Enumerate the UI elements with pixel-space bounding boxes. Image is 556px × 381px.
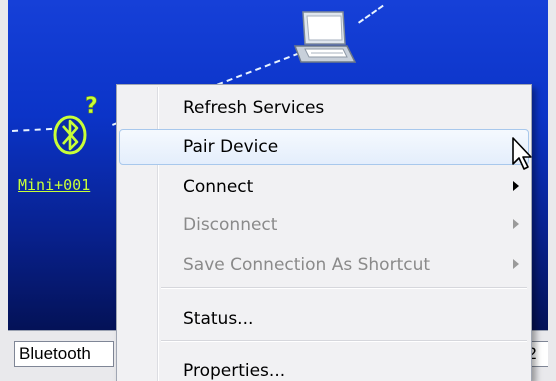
menu-item-label: Pair Device [183, 137, 279, 157]
context-menu: Refresh Services Pair Device Connect Dis… [116, 84, 532, 381]
menu-item-refresh-services[interactable]: Refresh Services [119, 90, 529, 126]
menu-item-pair-device[interactable]: Pair Device [119, 129, 529, 165]
svg-text:?: ? [85, 95, 98, 119]
submenu-arrow-icon [513, 181, 519, 191]
connection-line [358, 4, 384, 24]
menu-separator [161, 287, 527, 289]
menu-item-save-connection-as-shortcut[interactable]: Save Connection As Shortcut [119, 247, 529, 283]
menu-item-label: Properties... [183, 361, 286, 381]
device-name-link[interactable]: Mini+001 [18, 176, 90, 194]
menu-item-label: Connect [183, 177, 254, 197]
menu-item-label: Save Connection As Shortcut [183, 255, 431, 275]
laptop-icon[interactable] [291, 10, 357, 66]
submenu-arrow-icon [513, 219, 519, 229]
connection-line [12, 127, 53, 132]
menu-item-label: Refresh Services [183, 98, 325, 118]
menu-item-connect[interactable]: Connect [119, 169, 529, 205]
menu-separator [161, 340, 527, 342]
menu-item-properties[interactable]: Properties... [119, 353, 529, 381]
bluetooth-explorer-window: ? Mini+001 Bluetooth 2.2 Refresh Service… [8, 0, 548, 381]
menu-item-label: Disconnect [183, 215, 278, 235]
menu-item-status[interactable]: Status... [119, 301, 529, 337]
arrow-cursor-icon [511, 136, 535, 172]
bluetooth-device-icon[interactable]: ? [48, 94, 116, 165]
menu-item-label: Status... [183, 309, 254, 329]
submenu-arrow-icon [513, 259, 519, 269]
menu-item-disconnect[interactable]: Disconnect [119, 207, 529, 243]
status-bar-panel-left: Bluetooth [14, 341, 114, 367]
